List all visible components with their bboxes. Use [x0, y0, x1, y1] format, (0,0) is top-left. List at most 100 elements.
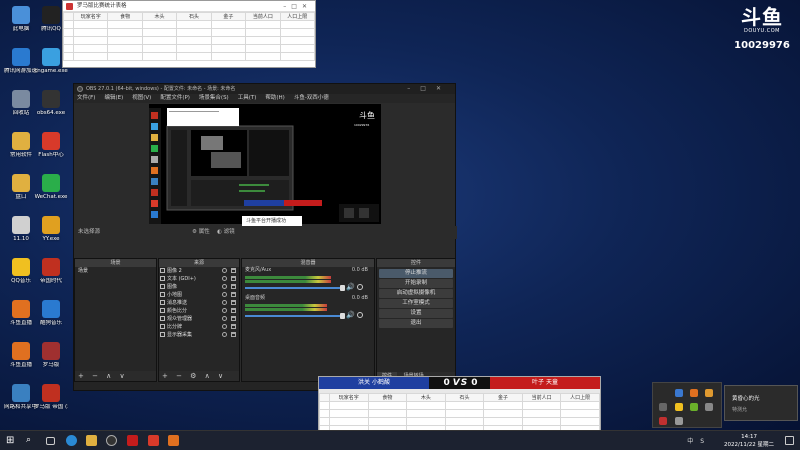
table-cell[interactable]	[63, 44, 74, 53]
obs-menu-item[interactable]: 帮助(H)	[265, 95, 284, 101]
table-cell[interactable]	[521, 417, 562, 426]
properties-button[interactable]: ⚙ 属性	[192, 226, 210, 239]
table-cell[interactable]	[483, 417, 523, 426]
table-cell[interactable]	[176, 44, 212, 53]
desktop-icon[interactable]: 11.10	[4, 216, 38, 243]
table-cell[interactable]	[279, 52, 315, 61]
column-header[interactable]: 玩家名字	[72, 12, 109, 21]
column-header[interactable]: 食物	[367, 393, 408, 402]
table-cell[interactable]	[245, 28, 281, 37]
column-header[interactable]: 金子	[483, 393, 523, 402]
table-cell[interactable]	[279, 36, 315, 45]
table-cell[interactable]	[329, 417, 369, 426]
desktop-icon[interactable]: 罗马版 帝国 (单机)	[34, 384, 68, 411]
table-cell[interactable]	[483, 409, 523, 418]
table-cell[interactable]	[176, 36, 212, 45]
lock-icon[interactable]	[231, 332, 236, 337]
table-cell[interactable]	[319, 409, 330, 418]
table-cell[interactable]	[107, 36, 143, 45]
desktop-icon[interactable]: 斗鱼直播	[4, 342, 38, 369]
source-tools[interactable]: + − ⚙ ∧ ∨	[159, 371, 239, 381]
ime-label[interactable]: 中	[687, 438, 693, 445]
edge-browser-icon[interactable]	[66, 435, 77, 446]
table-cell[interactable]	[560, 401, 600, 410]
desktop-icon[interactable]: 盘口	[4, 174, 38, 201]
column-header[interactable]: 人口上限	[279, 12, 315, 21]
table-cell[interactable]	[329, 401, 369, 410]
lock-icon[interactable]	[231, 268, 236, 273]
window-controls[interactable]: –□✕	[407, 84, 451, 94]
source-item[interactable]: 图像	[159, 283, 239, 291]
speaker-icon[interactable]: 🔊	[346, 312, 355, 319]
notification-center-icon[interactable]	[785, 436, 794, 445]
table-cell[interactable]	[367, 401, 408, 410]
obs-menu-item[interactable]: 场景集合(S)	[199, 95, 229, 101]
tray-ime[interactable]: 中 S	[687, 436, 704, 445]
source-item[interactable]: 观众管理器	[159, 315, 239, 323]
eye-icon[interactable]	[222, 292, 227, 297]
table-cell[interactable]	[560, 409, 600, 418]
eye-icon[interactable]	[222, 332, 227, 337]
table-cell[interactable]	[521, 401, 562, 410]
window-controls[interactable]: –□✕	[283, 1, 312, 11]
table-cell[interactable]	[245, 20, 281, 29]
desktop-icon[interactable]: 常用软件	[4, 132, 38, 159]
table-cell[interactable]	[245, 36, 281, 45]
desktop-icon[interactable]: 回收站	[4, 90, 38, 117]
table-cell[interactable]	[245, 52, 281, 61]
control-button[interactable]: 工作室模式	[379, 299, 453, 308]
table-cell[interactable]	[141, 52, 178, 61]
eye-icon[interactable]	[222, 268, 227, 273]
obs-preview[interactable]: 斗鱼 10029976 斗鱼平台开播成功	[149, 104, 381, 226]
lang-label[interactable]: S	[700, 438, 704, 445]
filters-button[interactable]: ◐ 滤镜	[217, 226, 235, 239]
orange-app-icon[interactable]	[705, 389, 713, 397]
column-header[interactable]: 当前人口	[521, 393, 562, 402]
table-cell[interactable]	[141, 36, 178, 45]
table-cell[interactable]	[176, 20, 212, 29]
control-button[interactable]: 停止推流	[379, 269, 453, 278]
file-explorer-icon[interactable]	[86, 435, 97, 446]
lock-icon[interactable]	[231, 284, 236, 289]
table-cell[interactable]	[406, 417, 446, 426]
desktop-icon[interactable]: 腾讯网游加速器	[4, 48, 38, 75]
red-app-icon[interactable]	[127, 435, 138, 446]
source-item[interactable]: 文本 (GDI+)	[159, 275, 239, 283]
task-view-icon[interactable]	[46, 437, 55, 445]
start-windows-icon[interactable]: ⊞	[6, 435, 17, 446]
sheet-titlebar[interactable]: 罗马版比赛统计表格 –□✕	[63, 1, 315, 12]
shield-icon[interactable]	[675, 389, 683, 397]
orange-app-icon[interactable]	[690, 389, 698, 397]
source-item[interactable]: 颜色比分	[159, 307, 239, 315]
obs-window[interactable]: OBS 27.0.1 (64-bit, windows) - 配置文件: 未命名…	[73, 83, 457, 391]
table-cell[interactable]	[329, 409, 369, 418]
obs-menu-item[interactable]: 配置文件(P)	[160, 95, 190, 101]
table-cell[interactable]	[63, 36, 74, 45]
display-icon[interactable]	[659, 403, 667, 411]
desktop-icon[interactable]: 此电脑	[4, 6, 38, 33]
volume-icon[interactable]	[705, 403, 713, 411]
control-button[interactable]: 启动虚拟摄像机	[379, 289, 453, 298]
table-cell[interactable]	[63, 20, 74, 29]
table-cell[interactable]	[176, 52, 212, 61]
source-item[interactable]: 小地图	[159, 291, 239, 299]
obs-menu-item[interactable]: 编辑(E)	[104, 95, 123, 101]
scene-item[interactable]: 场景	[75, 267, 156, 275]
table-cell[interactable]	[176, 28, 212, 37]
yellow-app-icon[interactable]	[675, 403, 683, 411]
table-cell[interactable]	[367, 417, 408, 426]
table-cell[interactable]	[63, 28, 74, 37]
desktop-icon[interactable]: obs64.exe	[34, 90, 68, 117]
desktop-icon[interactable]: 罗马版	[34, 342, 68, 369]
table-cell[interactable]	[279, 28, 315, 37]
table-cell[interactable]	[141, 28, 178, 37]
desktop-icon[interactable]: 酷狗音乐	[34, 300, 68, 327]
table-cell[interactable]	[279, 20, 315, 29]
desktop-icon[interactable]: Flash中心	[34, 132, 68, 159]
table-cell[interactable]	[72, 36, 109, 45]
table-cell[interactable]	[141, 20, 178, 29]
table-cell[interactable]	[210, 28, 247, 37]
source-item[interactable]: 显示器采集	[159, 331, 239, 339]
desktop-icon[interactable]: 斗鱼直播	[4, 300, 38, 327]
table-cell[interactable]	[245, 44, 281, 53]
